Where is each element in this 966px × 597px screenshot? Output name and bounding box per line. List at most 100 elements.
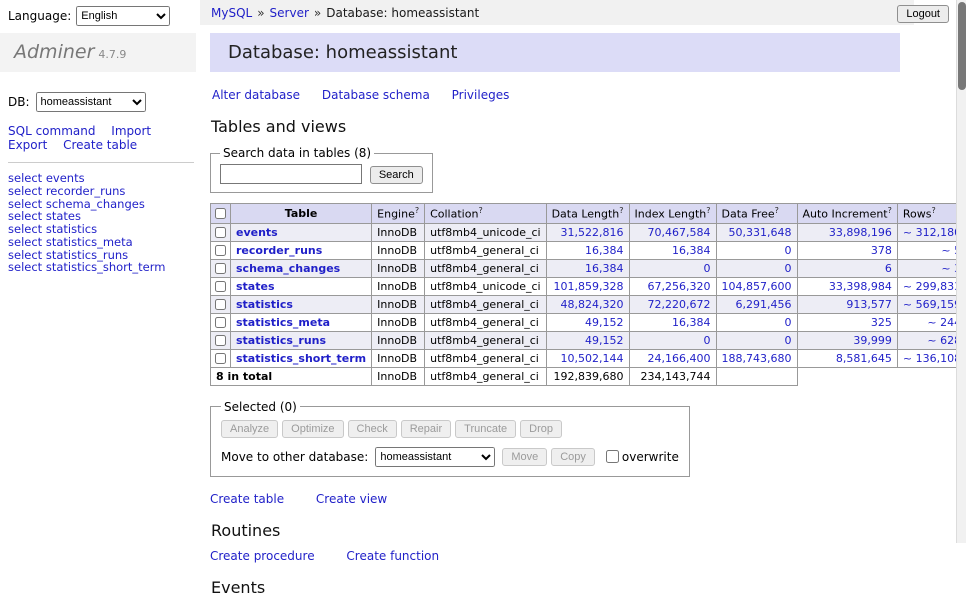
alter-database-link[interactable]: Alter database bbox=[212, 88, 300, 102]
create-table-sidebar-link[interactable]: Create table bbox=[63, 138, 137, 152]
sidebar-table-link[interactable]: select statistics_short_term bbox=[8, 261, 196, 274]
row-checkbox[interactable] bbox=[215, 245, 226, 256]
help-icon[interactable]: ? bbox=[619, 206, 623, 215]
scrollbar-thumb[interactable] bbox=[958, 2, 966, 90]
data-length-link[interactable]: 31,522,816 bbox=[561, 226, 624, 239]
index-length-link[interactable]: 72,220,672 bbox=[648, 298, 711, 311]
db-select[interactable]: homeassistant bbox=[36, 92, 146, 112]
row-checkbox[interactable] bbox=[215, 299, 226, 310]
auto-increment-link[interactable]: 325 bbox=[871, 316, 892, 329]
table-name-link[interactable]: schema_changes bbox=[236, 262, 340, 275]
table-name-link[interactable]: statistics bbox=[236, 298, 293, 311]
index-length-link[interactable]: 0 bbox=[704, 334, 711, 347]
help-icon[interactable]: ? bbox=[931, 206, 935, 215]
help-icon[interactable]: ? bbox=[775, 206, 779, 215]
sidebar: Adminer4.7.9 DB: homeassistant SQL comma… bbox=[0, 33, 196, 274]
create-function-link[interactable]: Create function bbox=[346, 549, 439, 563]
create-view-link[interactable]: Create view bbox=[316, 492, 387, 506]
search-input[interactable] bbox=[220, 164, 362, 184]
row-checkbox[interactable] bbox=[215, 281, 226, 292]
overwrite-checkbox[interactable] bbox=[606, 450, 619, 463]
table-name-link[interactable]: statistics_short_term bbox=[236, 352, 366, 365]
database-schema-link[interactable]: Database schema bbox=[322, 88, 430, 102]
index-length-link[interactable]: 0 bbox=[704, 262, 711, 275]
rows-count-link[interactable]: ~ 299,833 bbox=[903, 280, 961, 293]
table-name-link[interactable]: statistics_meta bbox=[236, 316, 330, 329]
selected-buttons: AnalyzeOptimizeCheckRepairTruncateDrop bbox=[221, 420, 679, 438]
create-table-link[interactable]: Create table bbox=[210, 492, 284, 506]
row-checkbox[interactable] bbox=[215, 317, 226, 328]
data-length-link[interactable]: 10,502,144 bbox=[561, 352, 624, 365]
table-name-link[interactable]: statistics_runs bbox=[236, 334, 326, 347]
rows-count-link[interactable]: ~ 136,108 bbox=[903, 352, 961, 365]
row-checkbox[interactable] bbox=[215, 227, 226, 238]
move-db-select[interactable]: homeassistant bbox=[375, 447, 495, 467]
app-name-link[interactable]: Adminer bbox=[14, 41, 94, 63]
auto-increment-link[interactable]: 378 bbox=[871, 244, 892, 257]
rows-count-link[interactable]: ~ 569,159 bbox=[903, 298, 961, 311]
data-length-link[interactable]: 49,152 bbox=[585, 316, 624, 329]
sidebar-table-link[interactable]: select statistics_meta bbox=[8, 236, 196, 249]
row-select-cell bbox=[211, 349, 231, 367]
data-length-link[interactable]: 48,824,320 bbox=[561, 298, 624, 311]
breadcrumb-server-link[interactable]: Server bbox=[270, 6, 309, 20]
data-length-link[interactable]: 16,384 bbox=[585, 244, 624, 257]
data-free-link[interactable]: 0 bbox=[785, 316, 792, 329]
row-checkbox[interactable] bbox=[215, 335, 226, 346]
index-length-link[interactable]: 70,467,584 bbox=[648, 226, 711, 239]
data-free-link[interactable]: 188,743,680 bbox=[722, 352, 792, 365]
column-header-label: Table bbox=[285, 207, 318, 220]
move-buttons: MoveCopy bbox=[502, 448, 599, 466]
data-free-cell: 0 bbox=[716, 313, 797, 331]
rows-count-link[interactable]: ~ 312,180 bbox=[903, 226, 961, 239]
help-icon[interactable]: ? bbox=[478, 206, 482, 215]
index-length-link[interactable]: 16,384 bbox=[672, 316, 711, 329]
search-button[interactable]: Search bbox=[370, 166, 423, 184]
data-free-link[interactable]: 6,291,456 bbox=[736, 298, 792, 311]
data-length-link[interactable]: 101,859,328 bbox=[554, 280, 624, 293]
table-name-link[interactable]: events bbox=[236, 226, 278, 239]
column-header-label: Index Length bbox=[635, 208, 707, 221]
help-icon[interactable]: ? bbox=[415, 206, 419, 215]
index-length-link[interactable]: 24,166,400 bbox=[648, 352, 711, 365]
data-free-link[interactable]: 50,331,648 bbox=[729, 226, 792, 239]
index-length-link[interactable]: 16,384 bbox=[672, 244, 711, 257]
sidebar-table-link[interactable]: select statistics bbox=[8, 223, 196, 236]
help-icon[interactable]: ? bbox=[706, 206, 710, 215]
auto-increment-link[interactable]: 33,398,984 bbox=[829, 280, 892, 293]
help-icon[interactable]: ? bbox=[888, 206, 892, 215]
data-free-link[interactable]: 104,857,600 bbox=[722, 280, 792, 293]
data-length-link[interactable]: 16,384 bbox=[585, 262, 624, 275]
breadcrumb-mysql-link[interactable]: MySQL bbox=[211, 6, 252, 20]
sql-command-link[interactable]: SQL command bbox=[8, 124, 95, 138]
column-header-label: Data Length bbox=[552, 208, 620, 221]
select-all-checkbox[interactable] bbox=[215, 208, 226, 219]
data-length-link[interactable]: 49,152 bbox=[585, 334, 624, 347]
row-checkbox[interactable] bbox=[215, 263, 226, 274]
sidebar-table-link[interactable]: select recorder_runs bbox=[8, 185, 196, 198]
import-link[interactable]: Import bbox=[111, 124, 151, 138]
index-length-link[interactable]: 67,256,320 bbox=[648, 280, 711, 293]
table-name-link[interactable]: states bbox=[236, 280, 275, 293]
data-free-cell: 0 bbox=[716, 331, 797, 349]
data-free-link[interactable]: 0 bbox=[785, 262, 792, 275]
auto-increment-link[interactable]: 33,898,196 bbox=[829, 226, 892, 239]
privileges-link[interactable]: Privileges bbox=[452, 88, 510, 102]
check-button: Check bbox=[348, 420, 397, 438]
export-link[interactable]: Export bbox=[8, 138, 47, 152]
table-name-cell: states bbox=[231, 277, 372, 295]
data-free-link[interactable]: 0 bbox=[785, 244, 792, 257]
data-free-link[interactable]: 0 bbox=[785, 334, 792, 347]
logout-button[interactable]: Logout bbox=[897, 5, 949, 23]
auto-increment-link[interactable]: 6 bbox=[885, 262, 892, 275]
scrollbar[interactable] bbox=[956, 0, 966, 543]
row-checkbox[interactable] bbox=[215, 353, 226, 364]
create-procedure-link[interactable]: Create procedure bbox=[210, 549, 315, 563]
auto-increment-link[interactable]: 913,577 bbox=[846, 298, 892, 311]
data-free-cell: 104,857,600 bbox=[716, 277, 797, 295]
table-name-link[interactable]: recorder_runs bbox=[236, 244, 322, 257]
collation-cell: utf8mb4_general_ci bbox=[425, 349, 546, 367]
language-select[interactable]: English bbox=[76, 6, 170, 26]
auto-increment-link[interactable]: 8,581,645 bbox=[836, 352, 892, 365]
auto-increment-link[interactable]: 39,999 bbox=[853, 334, 892, 347]
